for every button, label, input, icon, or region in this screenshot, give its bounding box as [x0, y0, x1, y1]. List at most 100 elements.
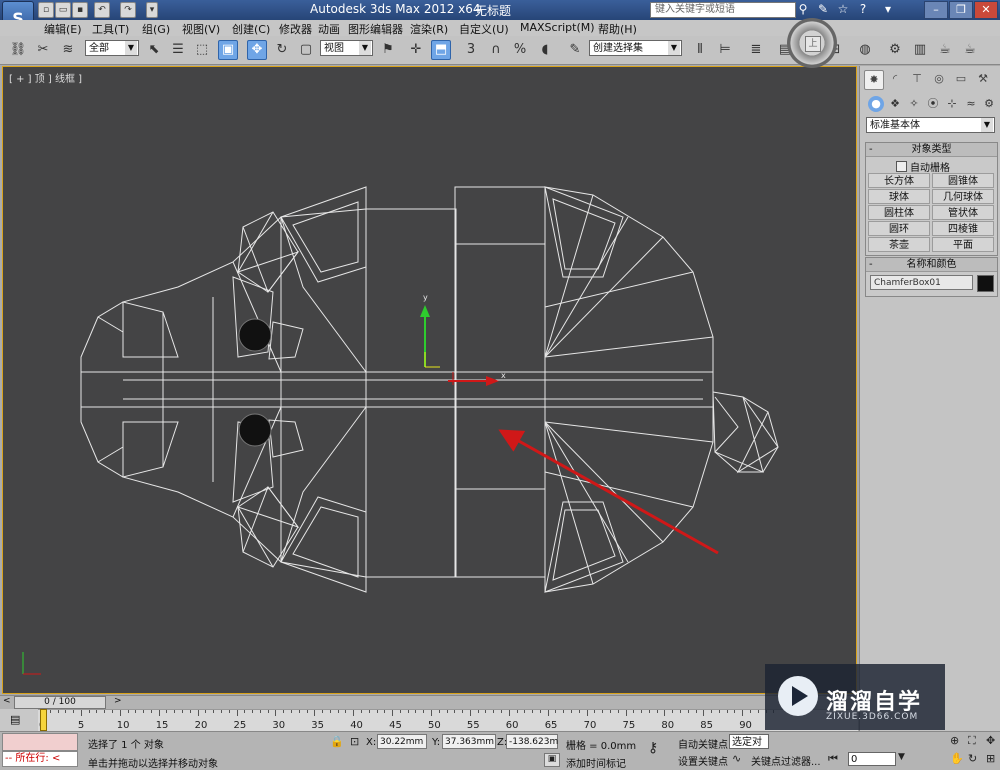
angle-snap-icon[interactable]: ∩: [486, 40, 506, 60]
quick-access-dropdown-icon[interactable]: ▾: [146, 2, 158, 18]
reference-coordinate-dropdown[interactable]: 视图 ▼: [320, 40, 373, 56]
pivot-center-icon[interactable]: ⚑: [378, 40, 398, 60]
key-filters-button[interactable]: 关键点过滤器...: [751, 753, 821, 768]
object-name-input[interactable]: ChamferBox01: [870, 275, 973, 290]
object-type-header[interactable]: - 对象类型: [866, 143, 997, 157]
absolute-relative-icon[interactable]: ⊡: [350, 735, 359, 748]
time-slider-prev-icon[interactable]: <: [3, 696, 11, 706]
x-coordinate-field[interactable]: 30.22mm: [377, 734, 427, 749]
name-and-color-header[interactable]: - 名称和颜色: [866, 258, 997, 272]
bind-spacewarp-icon[interactable]: ≋: [58, 40, 78, 60]
zoom-extents-icon[interactable]: ⛶: [968, 734, 976, 748]
cylinder-button[interactable]: 圆柱体: [868, 205, 930, 220]
layer-manager-icon[interactable]: ≣: [746, 40, 766, 60]
edit-named-selection-icon[interactable]: ✎: [565, 40, 585, 60]
menu-edit[interactable]: 编辑(E): [44, 21, 82, 37]
z-coordinate-field[interactable]: -138.623m: [506, 734, 558, 749]
close-icon[interactable]: ✕: [974, 1, 998, 19]
shapes-icon[interactable]: ❖: [887, 96, 903, 112]
helpers-icon[interactable]: ⊹: [944, 96, 960, 112]
open-file-icon[interactable]: ▭: [55, 2, 71, 18]
field-of-view-icon[interactable]: ✥: [986, 734, 995, 747]
lock-selection-icon[interactable]: 🔒: [330, 735, 344, 748]
maximize-viewport-icon[interactable]: ⊞: [986, 752, 995, 765]
autogrid-checkbox[interactable]: 自动栅格: [896, 159, 950, 174]
unlink-icon[interactable]: ✂: [33, 40, 53, 60]
snaps-toggle-icon[interactable]: 3: [461, 40, 481, 60]
selection-filter-dropdown[interactable]: 全部 ▼: [85, 40, 139, 56]
align-icon[interactable]: ⊨: [715, 40, 735, 60]
box-button[interactable]: 长方体: [868, 173, 930, 188]
new-file-icon[interactable]: ▫: [38, 2, 54, 18]
time-slider-next-icon[interactable]: >: [114, 696, 122, 706]
teapot-button[interactable]: 茶壶: [868, 237, 930, 252]
window-crossing-icon[interactable]: ▣: [218, 40, 238, 60]
menu-views[interactable]: 视图(V): [182, 21, 220, 37]
add-time-tag[interactable]: 添加时间标记: [566, 755, 626, 770]
frame-dropdown-icon[interactable]: ▼: [898, 752, 905, 762]
hierarchy-tab-icon[interactable]: ⊤: [908, 70, 926, 88]
minimize-icon[interactable]: –: [924, 1, 948, 19]
render-iterative-icon[interactable]: ☕: [960, 40, 980, 60]
spinner-snap-icon[interactable]: ◖: [535, 40, 555, 60]
utilities-tab-icon[interactable]: ⚒: [974, 70, 992, 88]
torus-button[interactable]: 圆环: [868, 221, 930, 236]
menu-customize[interactable]: 自定义(U): [459, 21, 509, 37]
menu-graph-editors[interactable]: 图形编辑器: [348, 21, 403, 37]
key-icon[interactable]: ⚷: [648, 740, 658, 756]
maxscript-line[interactable]: -- 所在行: <: [2, 751, 78, 767]
time-tag-icon[interactable]: ▣: [544, 753, 560, 767]
help-icon[interactable]: ?: [855, 2, 871, 17]
tools-icon[interactable]: ✎: [815, 2, 831, 17]
track-bar[interactable]: 051015202530354045505560657075808590: [38, 709, 858, 732]
track-bar-menu[interactable]: ▤: [0, 709, 38, 731]
rectangular-selection-icon[interactable]: ⬚: [192, 40, 212, 60]
systems-icon[interactable]: ⚙: [981, 96, 997, 112]
restore-icon[interactable]: ❐: [949, 1, 973, 19]
motion-tab-icon[interactable]: ◎: [930, 70, 948, 88]
select-and-scale-icon[interactable]: ▢: [296, 40, 316, 60]
zoom-all-icon[interactable]: ⊕: [950, 734, 959, 747]
render-production-icon[interactable]: ☕: [935, 40, 955, 60]
binoculars-icon[interactable]: ⚲: [795, 2, 811, 17]
menu-create[interactable]: 创建(C): [232, 21, 270, 37]
menu-tools[interactable]: 工具(T): [92, 21, 129, 37]
render-setup-icon[interactable]: ⚙: [885, 40, 905, 60]
time-slider-track[interactable]: [0, 695, 857, 710]
redo-icon[interactable]: ↷: [120, 2, 136, 18]
save-icon[interactable]: ▪: [72, 2, 88, 18]
go-to-start-icon[interactable]: ⏮: [828, 752, 838, 766]
menu-modifiers[interactable]: 修改器: [279, 21, 312, 37]
cone-button[interactable]: 圆锥体: [932, 173, 994, 188]
object-color-swatch[interactable]: [977, 275, 994, 292]
modify-tab-icon[interactable]: ◜: [886, 70, 904, 88]
undo-icon[interactable]: ↶: [94, 2, 110, 18]
cameras-icon[interactable]: ⦿: [925, 96, 941, 112]
render-frame-icon[interactable]: ▥: [910, 40, 930, 60]
viewcube-top-face[interactable]: 上: [805, 36, 821, 52]
pan-icon[interactable]: ✋: [950, 752, 964, 765]
current-frame-field[interactable]: 0: [848, 752, 896, 766]
top-viewport[interactable]: [ + ] 顶 ] 线框 ] y x: [2, 66, 857, 694]
selected-object-dropdown[interactable]: 选定对象: [729, 734, 769, 749]
percent-snap-icon[interactable]: %: [510, 40, 530, 60]
current-frame-marker[interactable]: [40, 709, 47, 731]
sphere-button[interactable]: 球体: [868, 189, 930, 204]
display-tab-icon[interactable]: ▭: [952, 70, 970, 88]
search-input[interactable]: 键入关键字或短语: [650, 2, 796, 18]
menu-maxscript[interactable]: MAXScript(M): [520, 21, 595, 34]
lights-icon[interactable]: ✧: [906, 96, 922, 112]
auto-key-button[interactable]: 自动关键点: [678, 736, 728, 751]
keyboard-shortcut-override-icon[interactable]: ⬒: [431, 40, 451, 60]
menu-rendering[interactable]: 渲染(R): [410, 21, 448, 37]
material-editor-icon[interactable]: ◍: [855, 40, 875, 60]
spacewarps-icon[interactable]: ≈: [963, 96, 979, 112]
y-coordinate-field[interactable]: 37.363mm: [442, 734, 496, 749]
select-and-rotate-icon[interactable]: ↻: [272, 40, 292, 60]
set-key-button[interactable]: 设置关键点: [678, 753, 728, 768]
geometry-icon[interactable]: ●: [868, 96, 884, 112]
help-dropdown-icon[interactable]: ▾: [880, 2, 896, 17]
tube-button[interactable]: 管状体: [932, 205, 994, 220]
menu-help[interactable]: 帮助(H): [598, 21, 637, 37]
select-and-move-icon[interactable]: ✥: [247, 40, 267, 60]
